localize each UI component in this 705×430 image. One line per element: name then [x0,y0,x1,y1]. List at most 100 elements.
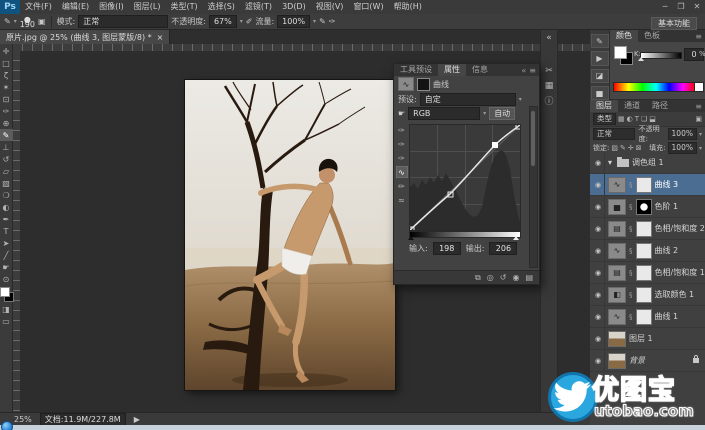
tool-clone-stamp[interactable]: ⊥ [0,141,13,153]
layer-row-selective-color[interactable]: ◉ ◧ § 选取颜色 1 [590,284,705,306]
eye-icon[interactable]: ◉ [592,350,605,371]
tab-info[interactable]: 信息 [466,64,494,76]
curve-point-selected[interactable] [492,142,498,148]
lock-pixels-icon[interactable]: ✎ [620,144,626,152]
minimize-button[interactable]: ─ [657,0,673,14]
eye-icon[interactable]: ◉ [592,306,605,327]
layer-mask-thumbnail[interactable] [636,243,652,259]
eye-icon[interactable]: ◉ [592,284,605,305]
filter-smart-icon[interactable]: ⬓ [649,115,656,123]
filter-kind-select[interactable]: 类型 [593,113,616,125]
image-thumbnail[interactable] [608,353,626,369]
tool-eraser[interactable]: ▱ [0,165,13,177]
tab-channels[interactable]: 通道 [618,100,646,112]
os-taskbar[interactable] [0,425,705,430]
black-point-eyedropper-icon[interactable]: ✑ [396,124,408,136]
color-swatches[interactable] [0,287,13,303]
menu-help[interactable]: 帮助(H) [389,0,427,14]
menu-file[interactable]: 文件(F) [20,0,57,14]
tool-dodge[interactable]: ◐ [0,201,13,213]
color-spectrum-ramp[interactable] [613,82,696,92]
filter-shape-icon[interactable]: ❏ [641,115,647,123]
tab-layers[interactable]: 图层 [590,100,618,112]
targeted-adjustment-icon[interactable]: ☛ [398,109,405,118]
brush-preset-picker[interactable]: ● 190 [20,17,35,27]
fg-bg-swatch-widget[interactable] [614,46,634,66]
white-swatch-chip[interactable] [694,82,704,92]
clip-to-layer-icon[interactable]: ⧉ [475,273,481,283]
tab-paths[interactable]: 路径 [646,100,674,112]
quick-mask-button[interactable]: ◨ [0,303,13,315]
reset-icon[interactable]: ↺ [500,273,507,282]
collapsed-panel-b-icon[interactable]: ▦ [541,78,557,93]
channel-arrow[interactable]: ▾ [483,110,486,117]
curves-grid[interactable] [409,124,521,231]
layer-opacity-select[interactable]: 100% [668,128,697,140]
black-point-slider[interactable] [408,236,414,240]
brush-presets-icon[interactable]: ✎ [591,34,609,48]
eye-icon[interactable]: ◉ [592,218,605,239]
k-slider-handle[interactable] [638,57,644,61]
foreground-color-swatch[interactable] [0,287,10,297]
layer-mask-thumbnail[interactable] [636,287,652,303]
zoom-level-field[interactable]: 25% [14,415,32,424]
tool-preset-arrow[interactable]: ▾ [14,18,17,25]
group-expand-arrow[interactable]: ▾ [608,158,612,167]
tool-blur[interactable]: ❍ [0,189,13,201]
eye-icon[interactable]: ◉ [592,328,605,349]
eye-icon[interactable]: ◉ [592,262,605,283]
tab-properties[interactable]: 属性 [438,64,466,76]
close-button[interactable]: ✕ [689,0,705,14]
styles-icon[interactable]: ◪ [591,69,609,83]
menu-image[interactable]: 图像(I) [94,0,129,14]
fill-arrow[interactable]: ▾ [699,145,702,152]
tab-tool-presets[interactable]: 工具预设 [394,64,438,76]
eye-icon[interactable]: ◉ [592,196,605,217]
tool-marquee[interactable]: □ [0,57,13,69]
tool-spot-healing[interactable]: ⊕ [0,117,13,129]
layer-row-group[interactable]: ◉ ▾ 调色组 1 [590,152,705,174]
layer-mask-thumbnail[interactable] [636,199,652,215]
blend-mode-select[interactable]: 正常 [78,15,168,28]
tool-move[interactable]: ✛ [0,45,13,57]
layer-opacity-arrow[interactable]: ▾ [699,131,702,138]
collapse-panel-icon[interactable]: « [521,66,529,75]
image-thumbnail[interactable] [608,331,626,347]
histogram-icon[interactable]: ▅ [591,86,609,100]
properties-scrollbar[interactable] [529,106,538,268]
foreground-swatch[interactable] [614,46,627,59]
mask-thumb-icon[interactable] [417,78,430,91]
screen-mode-button[interactable]: ▭ [0,315,13,327]
preset-select[interactable]: 自定 [420,93,516,106]
eye-icon[interactable]: ◉ [592,152,605,173]
layer-mask-thumbnail[interactable] [636,177,652,193]
lock-position-icon[interactable]: ✛ [628,144,634,152]
filter-adjustment-icon[interactable]: ◐ [627,115,633,123]
tool-type[interactable]: T [0,225,13,237]
lock-all-icon[interactable]: ⊠ [636,144,642,152]
previous-state-icon[interactable]: ◎ [487,273,494,282]
smooth-curve-icon[interactable]: ≈ [396,194,408,206]
layer-mask-thumbnail[interactable] [636,221,652,237]
pressure-opacity-icon[interactable]: ✐ [246,17,253,26]
expand-dock-button[interactable]: « [541,30,557,45]
layer-row-huesat1[interactable]: ◉ ▤ § 色相/饱和度 1 [590,262,705,284]
tab-close-icon[interactable]: × [157,33,164,42]
brush-tool-icon[interactable]: ✎ [4,17,11,26]
menu-type[interactable]: 类型(T) [165,0,202,14]
flow-select[interactable]: 100% [277,15,310,28]
tool-crop[interactable]: ⊡ [0,93,13,105]
tool-history-brush[interactable]: ↺ [0,153,13,165]
hue-saturation-adjustment-icon[interactable]: ▤ [608,221,626,237]
collapsed-panel-a-icon[interactable]: ✂ [541,63,557,78]
info-panel-icon[interactable]: ⓘ [541,93,557,108]
output-value-field[interactable]: 206 [489,242,517,255]
menu-filter[interactable]: 滤镜(T) [240,0,277,14]
gray-point-eyedropper-icon[interactable]: ✑ [396,138,408,150]
actions-icon[interactable]: ▶ [591,51,609,65]
tool-gradient[interactable]: ▧ [0,177,13,189]
document-tab[interactable]: 原片.jpg @ 25% (曲线 3, 图层蒙版/8) * × [0,30,170,44]
status-options-arrow[interactable]: ▶ [134,415,140,424]
menu-edit[interactable]: 编辑(E) [57,0,94,14]
flow-arrow[interactable]: ▾ [313,18,316,25]
